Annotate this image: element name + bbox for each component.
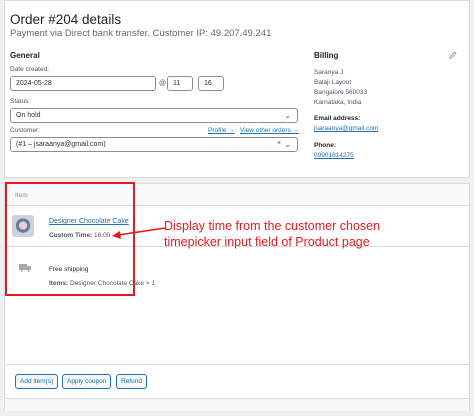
billing-address-line: Balaji Layout bbox=[314, 79, 352, 86]
edit-pencil-icon[interactable] bbox=[449, 51, 457, 59]
annotation-line: timepicker input field of Product page bbox=[164, 235, 370, 249]
order-meta: Payment via Direct bank transfer. Custom… bbox=[10, 28, 272, 39]
add-items-button[interactable]: Add item(s) bbox=[15, 374, 59, 389]
annotation-line: Display time from the customer chosen bbox=[164, 219, 381, 233]
billing-address-line: Bangalore 560033 bbox=[314, 89, 368, 96]
billing-address: Saranya J Balaji Layout Bangalore 560033… bbox=[314, 68, 404, 108]
phone-label: Phone: bbox=[314, 142, 337, 149]
order-title: Order #204 details bbox=[10, 12, 122, 27]
apply-coupon-button[interactable]: Apply coupon bbox=[62, 374, 112, 389]
email-label: Email address: bbox=[314, 115, 361, 122]
annotation-arrow bbox=[112, 227, 166, 239]
billing-address-line: Saranya J bbox=[314, 69, 344, 76]
minute-input[interactable]: 16 bbox=[198, 76, 224, 91]
customer-value: (#1 – jsaraanya@gmail.com) bbox=[16, 141, 106, 148]
email-link[interactable]: jsaraanya@gmail.com bbox=[314, 125, 378, 132]
customer-label: Customer: bbox=[10, 127, 40, 134]
status-select[interactable]: On hold ⌄ bbox=[10, 108, 298, 123]
actions-divider bbox=[5, 364, 469, 365]
at-symbol: @ bbox=[159, 80, 167, 87]
status-label: Status: bbox=[10, 98, 31, 105]
phone-link[interactable]: 09901814275 bbox=[314, 152, 354, 159]
billing-heading: Billing bbox=[314, 51, 339, 60]
clear-icon[interactable]: × bbox=[277, 140, 281, 147]
hour-input[interactable]: 11 bbox=[167, 76, 193, 91]
date-created-input[interactable]: 2024-05-28 bbox=[10, 76, 156, 91]
view-other-orders-link[interactable]: View other orders → bbox=[240, 127, 299, 134]
annotation-text: Display time from the customer chosen ti… bbox=[164, 218, 380, 250]
customer-select[interactable]: (#1 – jsaraanya@gmail.com) × ⌄ bbox=[10, 137, 298, 152]
general-heading: General bbox=[10, 51, 40, 60]
profile-link[interactable]: Profile → bbox=[208, 127, 235, 134]
refund-button[interactable]: Refund bbox=[116, 374, 147, 389]
chevron-down-icon: ⌄ bbox=[284, 111, 291, 120]
panel-footer bbox=[5, 398, 469, 411]
billing-section: Billing bbox=[314, 51, 338, 60]
chevron-down-icon: ⌄ bbox=[284, 140, 291, 149]
status-value: On hold bbox=[16, 112, 41, 119]
billing-address-line: Karnataka, India bbox=[314, 99, 362, 106]
date-created-label: Date created: bbox=[10, 66, 50, 73]
